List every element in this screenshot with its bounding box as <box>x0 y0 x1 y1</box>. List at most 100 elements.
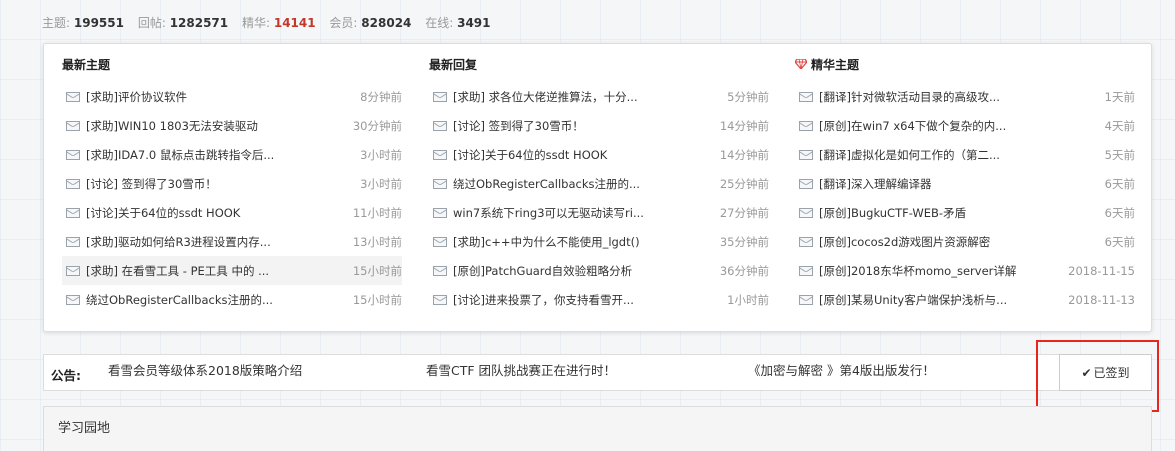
topic-title-link[interactable]: [讨论] 签到得了30雪币！ <box>453 118 653 134</box>
topic-title-link[interactable]: [翻译]针对微软活动目录的高级攻... <box>819 89 1019 105</box>
announcement-item[interactable]: 看雪会员等级体系2018版策略介绍 <box>108 360 302 379</box>
topic-time: 11小时前 <box>352 205 402 220</box>
envelope-icon <box>799 120 813 131</box>
envelope-icon <box>433 91 447 102</box>
topic-title-link[interactable]: [原创]2018东华杯momo_server详解 <box>819 263 1019 279</box>
topic-row[interactable]: [求助] 求各位大佬逆推算法，十分... 5分钟前 <box>429 82 769 111</box>
topic-row[interactable]: win7系统下ring3可以无驱动读写ri... 27分钟前 <box>429 198 769 227</box>
topic-row[interactable]: [讨论]关于64位的ssdt HOOK 14分钟前 <box>429 140 769 169</box>
diamond-icon <box>795 59 807 69</box>
topic-row[interactable]: [求助]驱动如何给R3进程设置内存... 13小时前 <box>62 227 402 256</box>
topic-title-link[interactable]: [求助] 在看雪工具 - PE工具 中的 ... <box>86 263 286 279</box>
topic-time: 1小时前 <box>727 292 769 307</box>
topic-row[interactable]: [翻译]深入理解编译器 6天前 <box>795 169 1135 198</box>
topic-time: 3小时前 <box>360 176 402 191</box>
topic-row[interactable]: [翻译]虚拟化是如何工作的（第二... 5天前 <box>795 140 1135 169</box>
section-title: 学习园地 <box>58 421 111 436</box>
topic-row[interactable]: [求助]WIN10 1803无法安装驱动 30分钟前 <box>62 111 402 140</box>
envelope-icon <box>66 149 80 160</box>
topic-time: 4天前 <box>1104 118 1135 133</box>
topic-row[interactable]: 绕过ObRegisterCallbacks注册的... 15小时前 <box>62 285 402 314</box>
envelope-icon <box>66 178 80 189</box>
topic-title-link[interactable]: [翻译]深入理解编译器 <box>819 176 1019 192</box>
topic-time: 15小时前 <box>352 263 402 278</box>
topic-time: 30分钟前 <box>352 118 402 133</box>
topic-row[interactable]: [求助]IDA7.0 鼠标点击跳转指令后... 3小时前 <box>62 140 402 169</box>
column-header: 最新回复 <box>429 57 478 72</box>
envelope-icon <box>66 236 80 247</box>
topic-title-link[interactable]: [原创]BugkuCTF-WEB-矛盾 <box>819 205 1019 221</box>
envelope-icon <box>66 91 80 102</box>
members-label: 会员: <box>329 16 358 30</box>
envelope-icon <box>433 178 447 189</box>
topic-time: 13小时前 <box>352 234 402 249</box>
topic-title-link[interactable]: [讨论]关于64位的ssdt HOOK <box>86 205 286 221</box>
posts-label: 回帖: <box>137 16 166 30</box>
envelope-icon <box>433 120 447 131</box>
topic-row[interactable]: [讨论]进来投票了，你支持看雪开... 1小时前 <box>429 285 769 314</box>
topic-title-link[interactable]: [原创]cocos2d游戏图片资源解密 <box>819 234 1019 250</box>
topic-title-link[interactable]: [翻译]虚拟化是如何工作的（第二... <box>819 147 1019 163</box>
topic-title-link[interactable]: [讨论] 签到得了30雪币！ <box>86 176 286 192</box>
topic-row[interactable]: [原创]在win7 x64下做个复杂的内... 4天前 <box>795 111 1135 140</box>
topic-time: 35分钟前 <box>719 234 769 249</box>
topic-row[interactable]: 绕过ObRegisterCallbacks注册的... 25分钟前 <box>429 169 769 198</box>
topics-panel: 最新主题 [求助]评价协议软件 8分钟前 [求助]WIN10 1803无法安装驱动 3… <box>43 43 1152 332</box>
topic-time: 14分钟前 <box>719 147 769 162</box>
topic-title-link[interactable]: [求助]WIN10 1803无法安装驱动 <box>86 118 286 134</box>
envelope-icon <box>66 294 80 305</box>
learning-section: 学习园地 <box>43 406 1152 451</box>
topic-title-link[interactable]: [求助] 求各位大佬逆推算法，十分... <box>453 89 653 105</box>
topic-row[interactable]: [翻译]针对微软活动目录的高级攻... 1天前 <box>795 82 1135 111</box>
envelope-icon <box>433 236 447 247</box>
envelope-icon <box>799 207 813 218</box>
topic-row[interactable]: [原创]PatchGuard自效验粗略分析 36分钟前 <box>429 256 769 285</box>
announcement-item[interactable]: 《加密与解密 》第4版出版发行！ <box>748 360 935 379</box>
topic-title-link[interactable]: win7系统下ring3可以无驱动读写ri... <box>453 205 653 221</box>
topic-time: 6天前 <box>1104 205 1135 220</box>
announcement-label: 公告: <box>51 368 81 383</box>
topics-label: 主题: <box>42 16 71 30</box>
envelope-icon <box>799 294 813 305</box>
envelope-icon <box>799 91 813 102</box>
topic-title-link[interactable]: [讨论]进来投票了，你支持看雪开... <box>453 292 653 308</box>
topic-row[interactable]: [求助]评价协议软件 8分钟前 <box>62 82 402 111</box>
topic-title-link[interactable]: [讨论]关于64位的ssdt HOOK <box>453 147 653 163</box>
topic-title-link[interactable]: 绕过ObRegisterCallbacks注册的... <box>86 292 286 308</box>
envelope-icon <box>66 120 80 131</box>
envelope-icon <box>433 294 447 305</box>
column-header: 精华主题 <box>811 57 860 72</box>
envelope-icon <box>66 265 80 276</box>
essence-count: 14141 <box>273 16 316 30</box>
topic-time: 6天前 <box>1104 176 1135 191</box>
online-count: 3491 <box>457 16 491 30</box>
topic-time: 2018-11-15 <box>1068 263 1135 278</box>
announcement-item[interactable]: 看雪CTF 团队挑战赛正在进行时！ <box>426 360 616 379</box>
topic-title-link[interactable]: [原创]PatchGuard自效验粗略分析 <box>453 263 653 279</box>
topic-title-link[interactable]: [求助]c++中为什么不能使用_lgdt() <box>453 234 653 250</box>
topic-row[interactable]: [求助]c++中为什么不能使用_lgdt() 35分钟前 <box>429 227 769 256</box>
topic-row[interactable]: [原创]BugkuCTF-WEB-矛盾 6天前 <box>795 198 1135 227</box>
topic-row[interactable]: [讨论]关于64位的ssdt HOOK 11小时前 <box>62 198 402 227</box>
topic-title-link[interactable]: [原创]某易Unity客户端保护浅析与... <box>819 292 1019 308</box>
topic-row[interactable]: [原创]2018东华杯momo_server详解 2018-11-15 <box>795 256 1135 285</box>
forum-stats: 主题: 199551 回帖: 1282571 精华: 14141 会员: 828… <box>42 14 501 32</box>
topic-title-link[interactable]: [求助]驱动如何给R3进程设置内存... <box>86 234 286 250</box>
topics-count: 199551 <box>73 16 124 30</box>
topic-row[interactable]: [原创]某易Unity客户端保护浅析与... 2018-11-13 <box>795 285 1135 314</box>
topic-title-link[interactable]: [原创]在win7 x64下做个复杂的内... <box>819 118 1019 134</box>
topic-row[interactable]: [讨论] 签到得了30雪币！ 3小时前 <box>62 169 402 198</box>
envelope-icon <box>433 149 447 160</box>
topic-row[interactable]: [原创]cocos2d游戏图片资源解密 6天前 <box>795 227 1135 256</box>
topic-time: 6天前 <box>1104 234 1135 249</box>
topic-row[interactable]: [求助] 在看雪工具 - PE工具 中的 ... 15小时前 <box>62 256 402 285</box>
posts-count: 1282571 <box>169 16 229 30</box>
topic-title-link[interactable]: 绕过ObRegisterCallbacks注册的... <box>453 176 653 192</box>
topic-title-link[interactable]: [求助]IDA7.0 鼠标点击跳转指令后... <box>86 147 286 163</box>
topic-row[interactable]: [讨论] 签到得了30雪币！ 14分钟前 <box>429 111 769 140</box>
topic-time: 5天前 <box>1104 147 1135 162</box>
topic-time: 8分钟前 <box>360 89 402 104</box>
topic-title-link[interactable]: [求助]评价协议软件 <box>86 89 286 105</box>
online-label: 在线: <box>425 16 454 30</box>
envelope-icon <box>433 265 447 276</box>
